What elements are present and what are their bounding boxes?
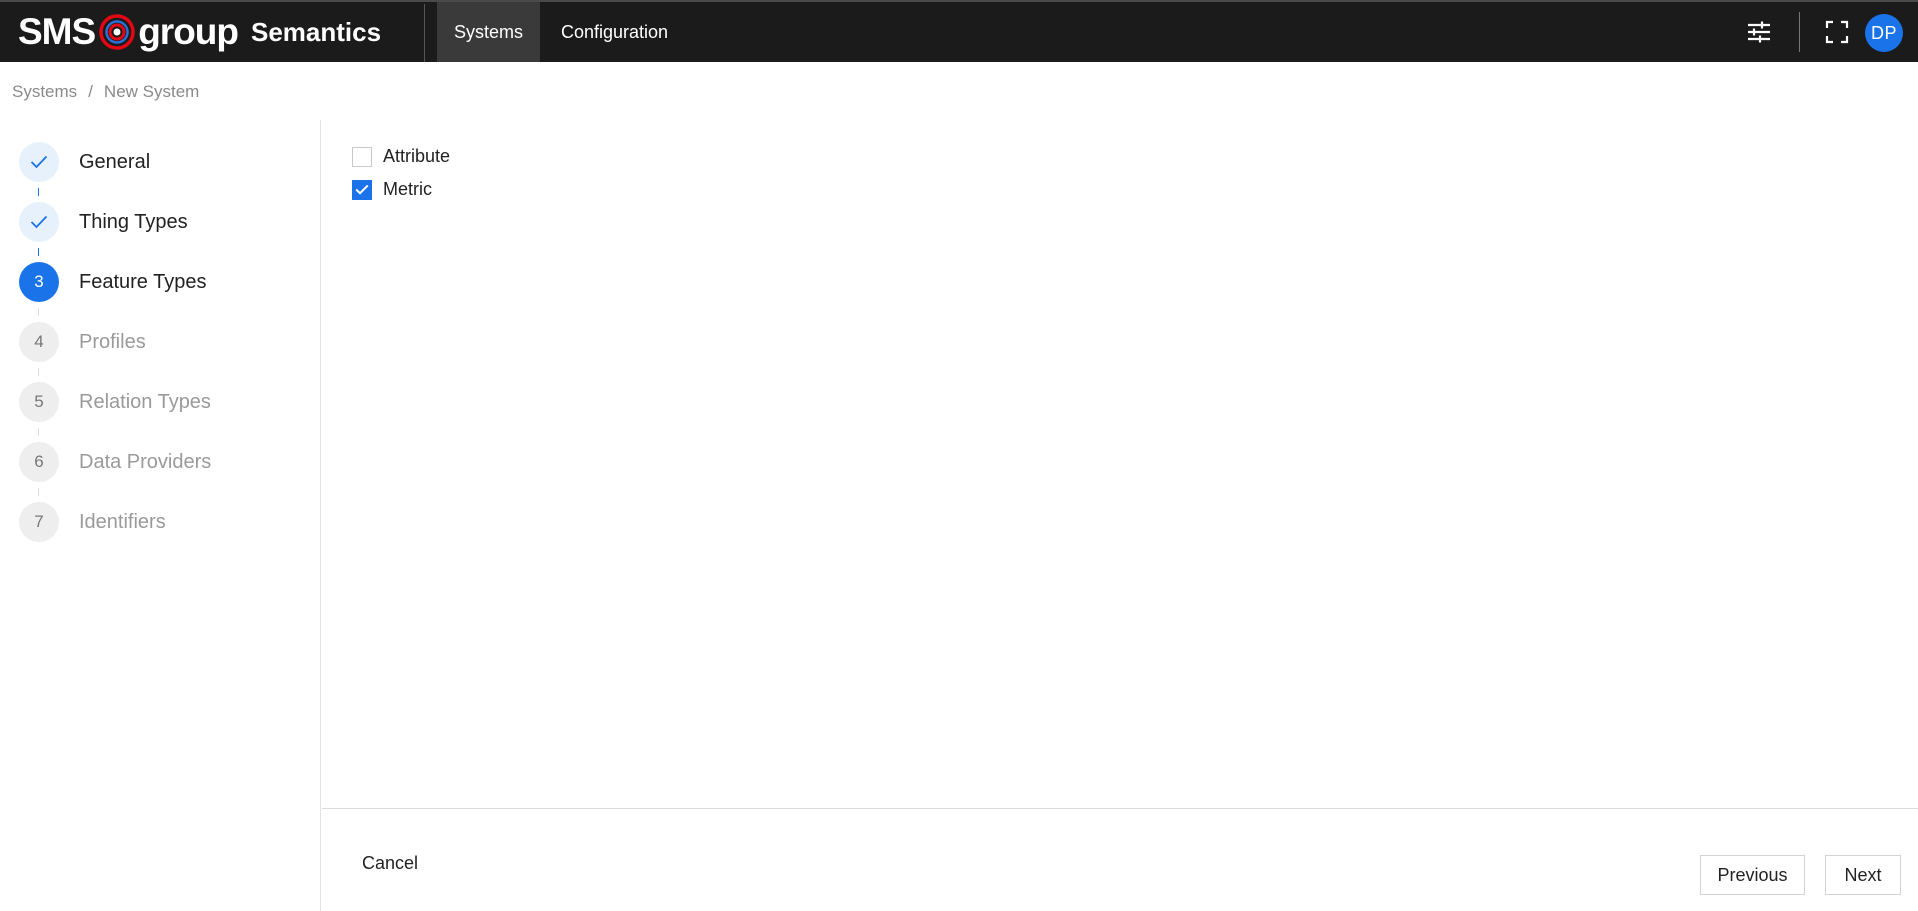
breadcrumb: Systems / New System [12, 82, 199, 102]
footer-divider [322, 808, 1918, 809]
step-feature-types[interactable]: 3 Feature Types [19, 262, 206, 302]
attribute-label: Attribute [383, 146, 451, 166]
step-thing-types[interactable]: Thing Types [19, 202, 188, 242]
breadcrumb-separator: / [88, 82, 93, 101]
feature-type-metric[interactable]: Metric [352, 179, 432, 200]
step-connector [38, 488, 39, 496]
breadcrumb-item-systems[interactable]: Systems [12, 82, 77, 102]
sliders-icon[interactable] [1744, 17, 1774, 47]
step-connector [38, 188, 39, 196]
nav-tab-configuration[interactable]: Configuration [542, 2, 687, 62]
checkmark-icon [355, 184, 369, 195]
step-number-badge: 6 [19, 442, 59, 482]
step-label-feature-types: Feature Types [79, 270, 207, 293]
breadcrumb-item-new-system: New System [103, 82, 200, 101]
sms-group-logo[interactable]: SMS group Semantics [18, 12, 381, 52]
header-divider-right [1799, 12, 1800, 52]
avatar-initials: DP [1870, 22, 1897, 43]
top-navigation-bar: SMS group Semantics Systems Configuratio… [0, 0, 1918, 62]
step-check-icon [19, 202, 59, 242]
logo-text-sms: SMS [18, 11, 96, 52]
step-label-data-providers: Data Providers [79, 450, 212, 473]
nav-tab-systems-label: Systems [453, 21, 523, 42]
cancel-button[interactable]: Cancel [350, 848, 430, 878]
next-button[interactable]: Next [1825, 855, 1901, 895]
step-connector [38, 248, 39, 256]
step-profiles[interactable]: 4 Profiles [19, 322, 146, 362]
metric-checkbox[interactable] [352, 179, 372, 200]
sms-logo-mark-icon [99, 14, 135, 50]
step-identifiers[interactable]: 7 Identifiers [19, 502, 166, 542]
user-avatar[interactable]: DP [1865, 14, 1903, 52]
previous-button[interactable]: Previous [1700, 855, 1805, 895]
step-data-providers[interactable]: 6 Data Providers [19, 442, 211, 482]
step-connector [38, 428, 39, 436]
product-name: Semantics [251, 17, 382, 47]
fullscreen-icon[interactable] [1822, 17, 1852, 47]
step-general[interactable]: General [19, 142, 150, 182]
step-number-badge: 7 [19, 502, 59, 542]
step-connector [38, 368, 39, 376]
header-divider [424, 4, 425, 62]
step-label-relation-types: Relation Types [79, 390, 211, 413]
logo-text-group: group [138, 11, 239, 52]
nav-tab-configuration-label: Configuration [560, 21, 669, 42]
step-connector [38, 308, 39, 316]
step-relation-types[interactable]: 5 Relation Types [19, 382, 211, 422]
metric-label: Metric [383, 179, 432, 199]
step-label-profiles: Profiles [79, 330, 146, 353]
step-number-badge: 4 [19, 322, 59, 362]
step-number-badge: 5 [19, 382, 59, 422]
step-label-identifiers: Identifiers [79, 510, 166, 533]
step-number-badge: 3 [19, 262, 59, 302]
feature-type-attribute[interactable]: Attribute [352, 146, 450, 167]
nav-tab-systems[interactable]: Systems [437, 2, 540, 62]
wizard-stepper: General Thing Types 3 Feature Types 4 Pr… [0, 120, 321, 911]
step-label-general: General [79, 150, 151, 173]
attribute-checkbox[interactable] [352, 146, 372, 167]
step-label-thing-types: Thing Types [79, 210, 188, 233]
step-check-icon [19, 142, 59, 182]
